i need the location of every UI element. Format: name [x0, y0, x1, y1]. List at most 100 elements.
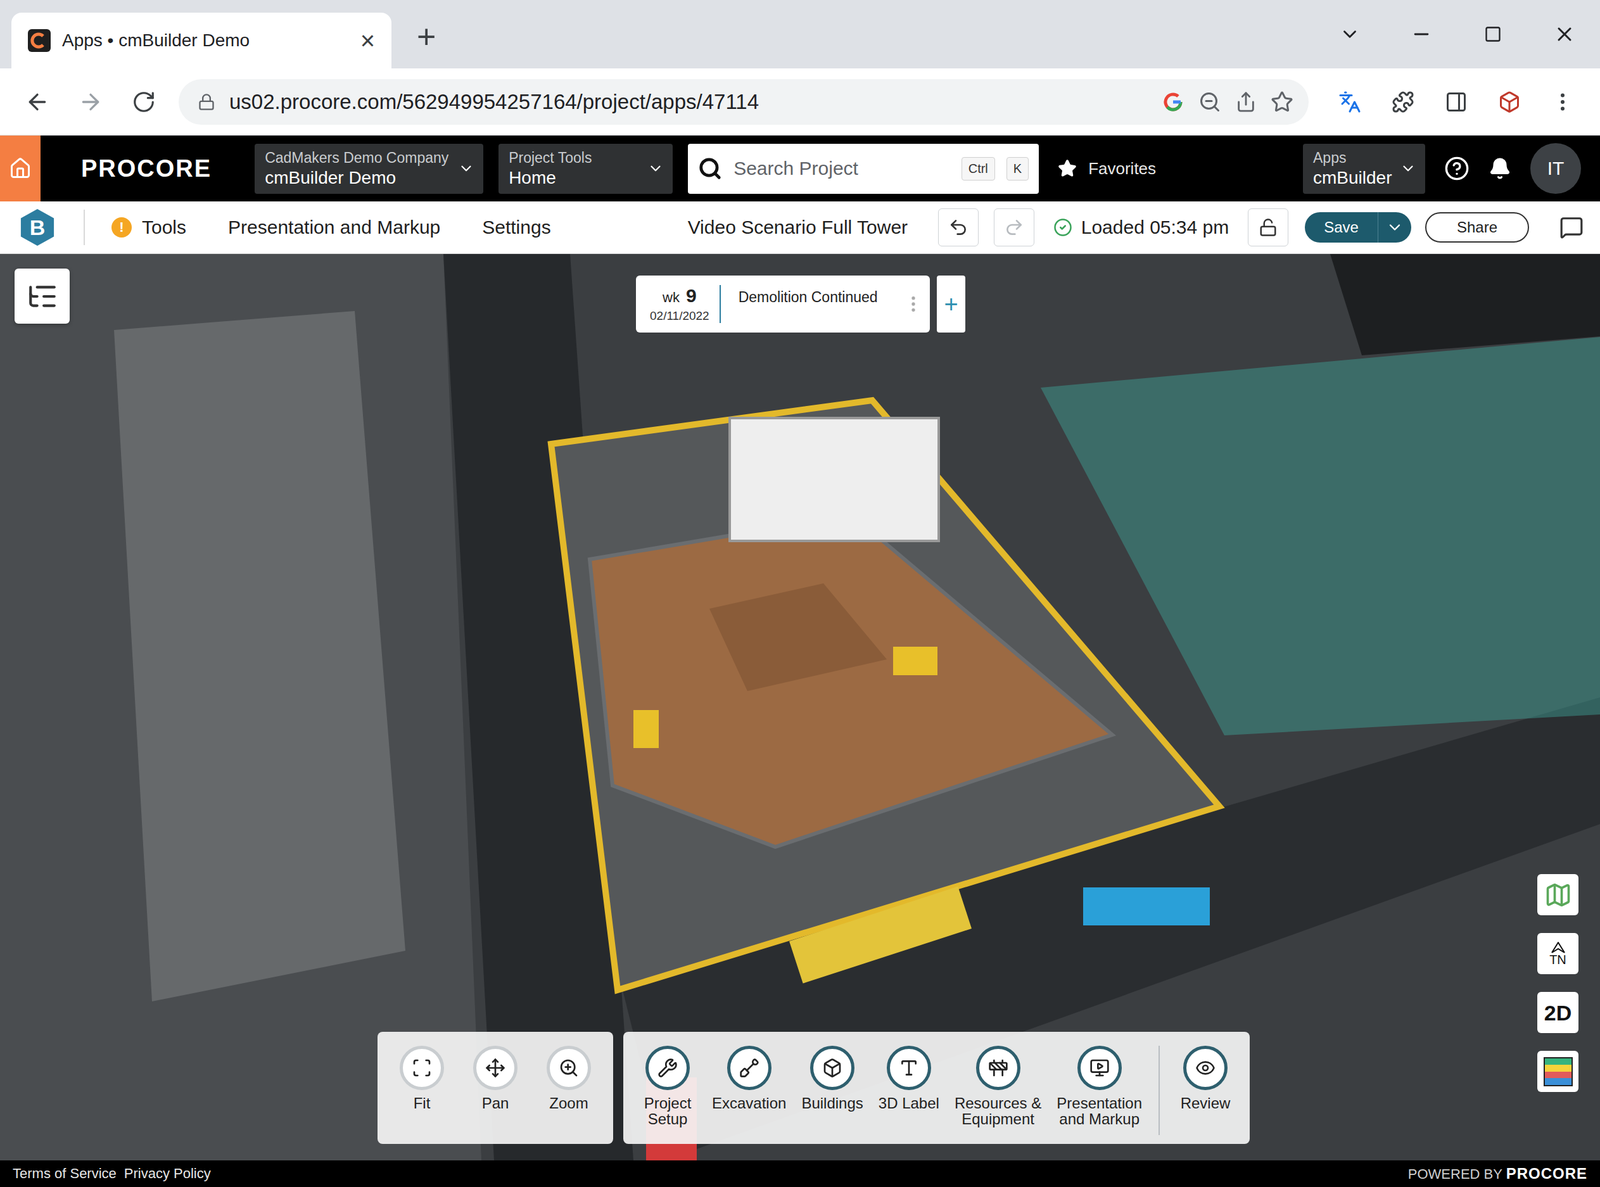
comments-icon[interactable] [1559, 215, 1584, 240]
toolbar-menu-item[interactable]: Presentation and Markup [228, 216, 441, 239]
view-tool-button[interactable]: Fit [392, 1045, 451, 1112]
tool-icon[interactable] [898, 1057, 920, 1079]
lock-button[interactable] [1247, 208, 1289, 247]
help-icon[interactable] [1444, 155, 1470, 182]
maximize-button[interactable] [1456, 0, 1529, 69]
search-placeholder[interactable]: Search Project [733, 157, 951, 180]
view-tool-icon[interactable] [411, 1057, 432, 1079]
back-button[interactable] [12, 77, 63, 127]
tool-icon[interactable] [822, 1057, 843, 1079]
kebab-icon[interactable] [1551, 90, 1575, 114]
add-week-button[interactable]: + [936, 275, 966, 333]
arrow-left-icon[interactable] [24, 89, 51, 115]
site-3d-view[interactable] [0, 253, 1600, 1161]
view-tool-icon[interactable] [485, 1057, 506, 1079]
side-panel-button[interactable] [1431, 77, 1481, 127]
minimize-icon[interactable] [1410, 23, 1433, 45]
extension-icon[interactable] [1498, 90, 1521, 114]
url-field[interactable]: us02.procore.com/562949954257164/project… [178, 79, 1309, 125]
toolbar-menu-item[interactable]: !Tools [111, 216, 187, 239]
tab-close-button[interactable]: × [360, 27, 375, 54]
tool-icon[interactable] [657, 1057, 678, 1079]
layers-button[interactable] [1537, 1050, 1579, 1093]
model-tree-button[interactable] [14, 268, 70, 324]
cmbuilder-logo[interactable]: B [19, 209, 56, 246]
maximize-icon[interactable] [1484, 25, 1502, 44]
close-icon[interactable] [1553, 22, 1576, 46]
tool-button[interactable]: 3D Label [878, 1045, 940, 1112]
text-button[interactable]: 2D [1537, 991, 1579, 1034]
map-icon[interactable] [1544, 881, 1573, 909]
kebab-icon[interactable] [903, 293, 924, 315]
browser-menu-button[interactable] [1537, 77, 1588, 127]
share-icon[interactable] [1235, 91, 1257, 113]
undo-button[interactable] [938, 208, 979, 247]
bookmark-star-icon[interactable] [1270, 90, 1294, 114]
minimize-button[interactable] [1385, 0, 1457, 69]
tool-button[interactable]: Excavation [711, 1045, 787, 1112]
company-dropdown[interactable]: CadMakers Demo CompanycmBuilder Demo [254, 143, 484, 194]
project-tools-dropdown[interactable]: Project ToolsHome [498, 143, 673, 194]
view-tool-button[interactable]: Pan [466, 1045, 525, 1112]
home-icon[interactable] [8, 157, 32, 180]
save-button[interactable]: Save [1304, 212, 1412, 243]
redo-button[interactable] [993, 208, 1035, 247]
puzzle-icon[interactable] [1391, 90, 1415, 114]
tree-icon[interactable] [26, 280, 59, 313]
star-icon[interactable] [1057, 158, 1077, 178]
chevron-down-icon[interactable] [1339, 23, 1361, 45]
week-card[interactable]: wk902/11/2022Demolition Continued [635, 275, 930, 333]
warning-icon: ! [111, 217, 132, 238]
save-options-icon[interactable] [1385, 218, 1404, 237]
tool-button[interactable]: Review [1176, 1045, 1235, 1112]
tab-search-button[interactable] [1313, 0, 1386, 69]
side-panel-icon[interactable] [1444, 90, 1468, 114]
zoom-out-icon[interactable] [1198, 90, 1222, 114]
caret-down-icon[interactable] [457, 160, 475, 177]
tool-button[interactable]: ProjectSetup [638, 1045, 697, 1127]
footer-link[interactable]: Privacy Policy [124, 1165, 211, 1182]
share-button[interactable]: Share [1425, 212, 1530, 243]
map-button[interactable] [1537, 874, 1579, 916]
tool-icon[interactable] [988, 1057, 1009, 1079]
caret-down-icon[interactable] [647, 160, 664, 177]
caret-down-icon[interactable] [1399, 160, 1417, 177]
google-icon[interactable] [1161, 90, 1185, 114]
tool-button[interactable]: Buildings [801, 1045, 863, 1112]
user-avatar[interactable]: IT [1530, 143, 1581, 194]
close-button[interactable] [1528, 0, 1600, 69]
tool-icon[interactable] [1195, 1057, 1216, 1079]
unlock-icon[interactable] [1258, 217, 1278, 237]
tool-icon[interactable] [739, 1057, 760, 1079]
tool-icon[interactable] [1089, 1057, 1110, 1079]
view-tool-icon[interactable] [558, 1057, 579, 1079]
viewport[interactable]: wk902/11/2022Demolition Continued+ TN 2D Fi… [0, 253, 1600, 1161]
tool-button[interactable]: Resources &Equipment [954, 1045, 1042, 1127]
north-button[interactable]: TN [1537, 933, 1579, 975]
profile-extension[interactable] [1484, 77, 1535, 127]
reload-icon[interactable] [131, 89, 156, 115]
undo-icon[interactable] [948, 217, 969, 238]
reload-button[interactable] [119, 77, 169, 127]
bell-icon[interactable] [1488, 157, 1512, 180]
browser-tab[interactable]: Apps • cmBuilder Demo × [11, 12, 392, 69]
redo-icon[interactable] [1003, 217, 1025, 238]
favorites-button[interactable]: Favorites [1057, 158, 1156, 179]
apps-dropdown[interactable]: AppscmBuilder [1302, 143, 1426, 194]
window-controls [1313, 0, 1600, 69]
url-text[interactable]: us02.procore.com/562949954257164/project… [229, 89, 1148, 115]
tab-title: Apps • cmBuilder Demo [62, 30, 350, 51]
new-tab-button[interactable]: + [416, 15, 436, 54]
forward-button[interactable] [65, 77, 116, 127]
view-tool-button[interactable]: Zoom [539, 1045, 598, 1112]
footer-link[interactable]: Terms of Service [12, 1165, 117, 1182]
home-button[interactable] [0, 135, 41, 202]
toolbar-menu-item[interactable]: Settings [482, 216, 551, 239]
tool-button[interactable]: Presentationand Markup [1056, 1045, 1143, 1127]
extensions-button[interactable] [1378, 77, 1428, 127]
search-project-field[interactable]: Search ProjectCtrlK [687, 143, 1039, 194]
translate-extension[interactable] [1325, 77, 1375, 127]
procore-logo[interactable]: PROCORE [81, 155, 212, 183]
arrow-right-icon[interactable] [77, 89, 104, 115]
translate-icon[interactable] [1338, 90, 1362, 114]
